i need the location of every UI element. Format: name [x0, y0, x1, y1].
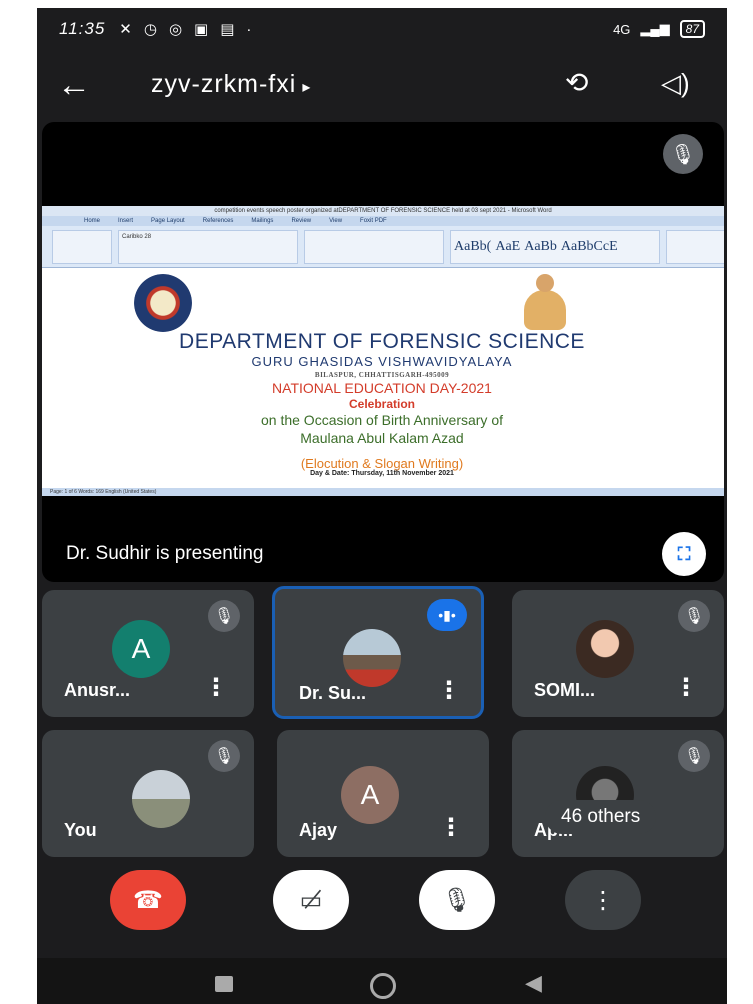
network-label: 4G: [613, 21, 631, 37]
participant-name: Anusr...: [64, 680, 131, 700]
more-vert-icon[interactable]: ⋮: [439, 814, 463, 842]
more-vert-icon[interactable]: ⋮: [674, 674, 698, 702]
word-tab: Home: [84, 218, 101, 224]
presentation-stage: 🎙 competition events speech poster organ…: [42, 122, 724, 582]
mic-off-icon: 🎙: [208, 740, 240, 772]
caret-right-icon: ▸: [302, 79, 312, 96]
participant-tile[interactable]: 🎙 A Anusr... ⋮: [42, 590, 254, 717]
participant-name: Dr. Su...: [299, 683, 367, 703]
mic-off-icon: 🎙: [208, 600, 240, 632]
word-tab: References: [202, 218, 234, 224]
end-call-icon: ☎: [133, 886, 163, 914]
doc-university: GURU GHASIDAS VISHWAVIDYALAYA: [251, 354, 513, 369]
home-icon[interactable]: [370, 973, 396, 999]
style-sample: AaBb(: [454, 238, 492, 254]
doc-competitions: (Elocution & Slogan Writing): [300, 456, 464, 471]
doc-date: Day & Date: Thursday, 11th November 2021: [310, 470, 454, 477]
word-tab: View: [329, 218, 343, 224]
doc-event: NATIONAL EDUCATION DAY-2021: [272, 380, 492, 396]
participant-tile[interactable]: 🎙 Ap... 46 others: [512, 730, 724, 857]
alarm-icon: ◷: [143, 21, 157, 38]
word-tab: Review: [291, 218, 312, 224]
word-ribbon-tabs: Home Insert Page Layout References Maili…: [42, 216, 724, 226]
mic-toggle-button[interactable]: 🎙: [419, 870, 495, 930]
word-ribbon: Caribko 28 AaBb( AaE AaBb AaBbCcE: [42, 226, 724, 268]
camera-off-icon: ▭̸: [299, 886, 323, 914]
meeting-code-button[interactable]: zyv-zrkm-fxi ▸: [151, 70, 311, 99]
recents-icon[interactable]: [215, 976, 233, 992]
mic-off-icon: 🎙: [678, 600, 710, 632]
presenting-label: Dr. Sudhir is presenting: [66, 543, 264, 564]
doc-department: DEPARTMENT OF FORENSIC SCIENCE: [179, 330, 585, 353]
font-group: Caribko 28: [118, 229, 298, 264]
instagram-icon: ◎: [168, 21, 183, 38]
doc-celebration: Celebration: [348, 397, 415, 411]
document-page: DEPARTMENT OF FORENSIC SCIENCE GURU GHAS…: [50, 270, 714, 478]
switch-camera-icon[interactable]: ⟲: [565, 66, 588, 99]
word-status-bar: Page: 1 of 6 Words: 169 English (United …: [42, 488, 724, 496]
university-logo: [134, 274, 192, 332]
doc-occasion: on the Occasion of Birth Anniversary of: [260, 412, 503, 428]
sage-image: [520, 274, 570, 332]
back-triangle-icon[interactable]: ◀: [525, 970, 542, 996]
word-title-bar: competition events speech poster organiz…: [42, 206, 724, 216]
avatar: [576, 620, 634, 678]
call-controls: ☎ ▭̸ 🎙 ⋮: [37, 862, 727, 942]
more-vert-icon[interactable]: ⋮: [437, 677, 461, 705]
more-vert-icon[interactable]: ⋮: [204, 674, 228, 702]
avatar: [343, 629, 401, 687]
speaker-icon[interactable]: ◁): [661, 68, 690, 99]
participant-tile[interactable]: A Ajay ⋮: [277, 730, 489, 857]
camera-toggle-button[interactable]: ▭̸: [273, 870, 349, 930]
meeting-header: ← zyv-zrkm-fxi ▸ ⟲ ◁): [37, 56, 727, 116]
word-tab: Mailings: [251, 218, 274, 224]
mic-off-icon: 🎙: [678, 740, 710, 772]
dot-icon: ·: [246, 20, 252, 38]
word-tab: Page Layout: [151, 218, 185, 224]
font-name: Caribko: [122, 233, 143, 240]
signal-icon: ▂▄▆: [640, 21, 670, 36]
styles-group: AaBb( AaE AaBb AaBbCcE: [450, 229, 660, 264]
avatar: A: [112, 620, 170, 678]
doc-address: BILASPUR, CHHATTISGARH-495009: [314, 371, 450, 379]
meeting-code: zyv-zrkm-fxi: [151, 70, 297, 98]
word-tab: Foxit PDF: [360, 218, 387, 224]
android-nav-bar: ◀: [37, 958, 727, 1004]
style-sample: AaE: [495, 238, 521, 254]
font-size: 28: [144, 233, 152, 240]
mic-off-icon: 🎙: [441, 886, 473, 914]
participant-name: Ajay: [299, 820, 338, 840]
bus-icon: ▤: [220, 21, 235, 38]
avatar: [132, 770, 190, 828]
back-arrow-icon[interactable]: ←: [57, 66, 91, 105]
more-vert-icon: ⋮: [591, 886, 615, 914]
doc-honoree: Maulana Abul Kalam Azad: [300, 430, 464, 446]
paragraph-group: [304, 229, 444, 264]
fullscreen-icon: ⛶: [677, 543, 691, 564]
style-sample: AaBbCcE: [560, 238, 618, 254]
mic-off-icon: 🎙: [663, 134, 703, 174]
editing-group: [666, 229, 724, 264]
others-count-badge[interactable]: 46 others: [545, 800, 657, 834]
participant-tile-active-speaker[interactable]: •▮• Dr. Su... ⋮: [272, 586, 484, 719]
battery-icon: 87: [679, 20, 705, 38]
end-call-button[interactable]: ☎: [110, 870, 186, 930]
shared-screen: competition events speech poster organiz…: [42, 206, 724, 496]
more-options-button[interactable]: ⋮: [565, 870, 641, 930]
participant-name: You: [64, 820, 97, 840]
fullscreen-button[interactable]: ⛶: [662, 532, 706, 576]
speaking-indicator-icon: •▮•: [427, 599, 467, 631]
participant-tile[interactable]: 🎙 You: [42, 730, 254, 857]
status-bar: 11:35 ✕ ◷ ◎ ▣ ▤ · 4G ▂▄▆ 87: [37, 8, 727, 50]
style-sample: AaBb: [524, 238, 557, 254]
phone-screen: 11:35 ✕ ◷ ◎ ▣ ▤ · 4G ▂▄▆ 87 ← zyv-zrkm-f…: [37, 8, 727, 1004]
participant-tile[interactable]: 🎙 SOMI... ⋮: [512, 590, 724, 717]
silent-icon: ✕: [119, 21, 132, 38]
avatar: A: [341, 766, 399, 824]
participant-name: SOMI...: [534, 680, 596, 700]
clipboard-group: [52, 229, 112, 264]
word-tab: Insert: [118, 218, 134, 224]
photos-icon: ▣: [194, 21, 209, 38]
status-time: 11:35: [59, 19, 106, 38]
